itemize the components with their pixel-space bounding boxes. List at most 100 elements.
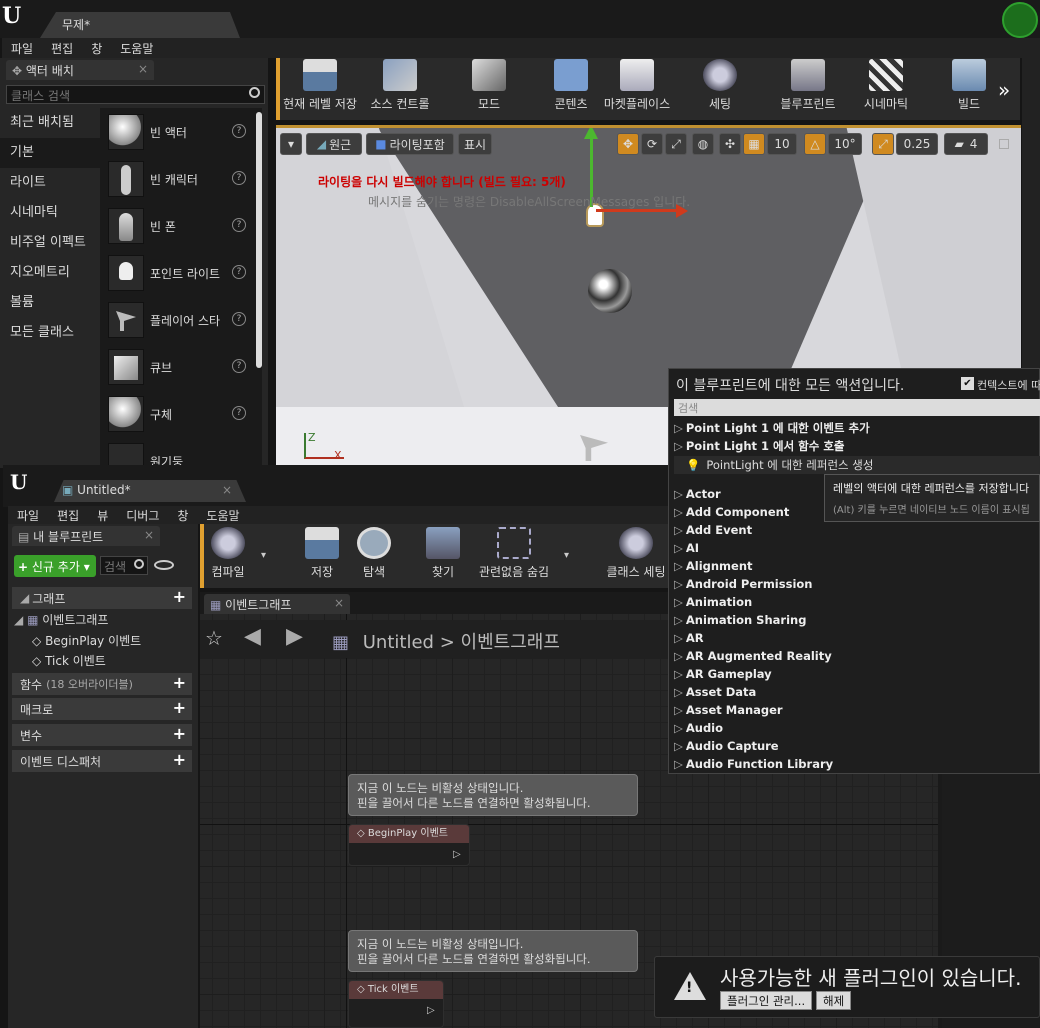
tick-node[interactable]: ◇ Tick 이벤트 ▷ bbox=[348, 980, 444, 1028]
action-search-input[interactable]: 검색 bbox=[674, 399, 1040, 416]
source-control-button[interactable]: 소스 컨트롤 bbox=[364, 58, 436, 118]
blueprint-button[interactable]: 블루프린트 bbox=[776, 58, 840, 118]
menu-help[interactable]: 도움말 bbox=[197, 507, 248, 524]
rotation-snap-value[interactable]: 10° bbox=[828, 133, 862, 155]
actor-item-point-light[interactable]: 포인트 라이트? bbox=[108, 253, 258, 297]
my-blueprint-tab[interactable]: ▤ 내 블루프린트 × bbox=[12, 526, 160, 546]
compile-options-icon[interactable]: ▾ bbox=[261, 550, 266, 561]
action-item[interactable]: ▷ Add Component bbox=[674, 505, 789, 519]
graph-tab[interactable]: ▦ 이벤트그래프 × bbox=[204, 594, 350, 614]
menu-debug[interactable]: 디버그 bbox=[117, 507, 168, 524]
action-item[interactable]: ▷ Point Light 1 에 대한 이벤트 추가 bbox=[674, 420, 870, 436]
action-item[interactable]: ▷ AR bbox=[674, 631, 704, 645]
actor-item-cube[interactable]: 큐브? bbox=[108, 347, 258, 391]
add-dispatcher-plus-icon[interactable]: + bbox=[173, 752, 186, 768]
tick-event-item[interactable]: ◇ Tick 이벤트 bbox=[32, 652, 106, 669]
action-item[interactable]: ▷ AR Gameplay bbox=[674, 667, 772, 681]
action-item[interactable]: ▷ Android Permission bbox=[674, 577, 812, 591]
actor-item-empty-actor[interactable]: 빈 액터? bbox=[108, 112, 258, 156]
cinematic-button[interactable]: 시네마틱 bbox=[858, 58, 914, 118]
menu-view[interactable]: 뷰 bbox=[88, 507, 117, 524]
marketplace-button[interactable]: 마켓플레이스 bbox=[600, 58, 674, 118]
menu-help[interactable]: 도움말 bbox=[111, 40, 162, 57]
close-icon[interactable]: × bbox=[334, 596, 344, 610]
help-icon[interactable]: ? bbox=[232, 312, 246, 326]
action-item[interactable]: ▷ Animation bbox=[674, 595, 752, 609]
back-arrow-icon[interactable]: ◀ bbox=[244, 624, 261, 649]
menu-window[interactable]: 창 bbox=[82, 40, 111, 57]
help-icon[interactable]: ? bbox=[232, 406, 246, 420]
world-local-button[interactable]: ◍ bbox=[692, 133, 714, 155]
source-control-status-icon[interactable] bbox=[1002, 2, 1038, 38]
visibility-eye-icon[interactable] bbox=[154, 560, 174, 570]
main-document-tab[interactable]: 무제* bbox=[40, 12, 240, 38]
camera-speed-button[interactable]: ▰ 4 bbox=[944, 133, 988, 155]
help-icon[interactable]: ? bbox=[232, 124, 246, 138]
help-icon[interactable]: ? bbox=[232, 171, 246, 185]
manage-plugins-button[interactable]: 플러그인 관리... bbox=[720, 991, 813, 1010]
category-recent[interactable]: 최근 배치됨 bbox=[0, 108, 100, 138]
place-actors-tab[interactable]: ✥ 액터 배치 × bbox=[6, 60, 154, 80]
inactive-node-comment-tick[interactable]: 지금 이 노드는 비활성 상태입니다. 핀을 끌어서 다른 노드를 연결하면 활… bbox=[348, 930, 638, 972]
close-icon[interactable]: × bbox=[222, 483, 232, 497]
browse-button[interactable]: 탐색 bbox=[354, 526, 394, 586]
build-button[interactable]: 빌드 bbox=[944, 58, 994, 118]
category-volumes[interactable]: 볼륨 bbox=[0, 288, 100, 318]
action-item[interactable]: ▷ Asset Manager bbox=[674, 703, 783, 717]
breadcrumb-leaf[interactable]: 이벤트그래프 bbox=[461, 632, 560, 653]
menu-window[interactable]: 창 bbox=[168, 507, 197, 524]
category-lights[interactable]: 라이트 bbox=[0, 168, 100, 198]
maximize-viewport-icon[interactable] bbox=[999, 139, 1009, 149]
compile-button[interactable]: 컴파일 bbox=[206, 526, 250, 586]
action-item[interactable]: ▷ Audio Function Library bbox=[674, 757, 833, 771]
menu-file[interactable]: 파일 bbox=[8, 507, 48, 524]
actor-item-player-start[interactable]: 플레이어 스타? bbox=[108, 300, 258, 344]
actor-item-sphere[interactable]: 구체? bbox=[108, 394, 258, 438]
toolbar-overflow-icon[interactable]: » bbox=[998, 78, 1010, 102]
content-button[interactable]: 콘텐츠 bbox=[546, 58, 596, 118]
section-variables[interactable]: 변수 + bbox=[12, 724, 192, 746]
beginplay-node[interactable]: ◇ BeginPlay 이벤트 ▷ bbox=[348, 824, 470, 866]
category-geometry[interactable]: 지오메트리 bbox=[0, 258, 100, 288]
action-item[interactable]: ▷ Actor bbox=[674, 487, 721, 501]
action-item[interactable]: ▷ AI bbox=[674, 541, 699, 555]
menu-edit[interactable]: 편집 bbox=[42, 40, 82, 57]
menu-file[interactable]: 파일 bbox=[2, 40, 42, 57]
view-mode-button[interactable]: ■ 라이팅포함 bbox=[366, 133, 454, 155]
dismiss-button[interactable]: 해제 bbox=[816, 991, 852, 1010]
section-functions[interactable]: 함수 (18 오버라이더블) + bbox=[12, 673, 192, 695]
save-level-button[interactable]: 현재 레벨 저장 bbox=[282, 58, 358, 118]
menu-edit[interactable]: 편집 bbox=[48, 507, 88, 524]
bp-document-tab[interactable]: ▣ Untitled* × bbox=[54, 480, 246, 502]
section-macros[interactable]: 매크로 + bbox=[12, 698, 192, 720]
hide-unrelated-options-icon[interactable]: ▾ bbox=[564, 550, 569, 561]
category-cinematic[interactable]: 시네마틱 bbox=[0, 198, 100, 228]
section-graphs[interactable]: ◢ 그래프 + bbox=[12, 587, 192, 609]
perspective-button[interactable]: ◢ 원근 bbox=[306, 133, 362, 155]
find-button[interactable]: 찾기 bbox=[422, 526, 464, 586]
scale-snap-value[interactable]: 0.25 bbox=[896, 133, 938, 155]
action-item-highlighted[interactable]: 💡 PointLight 에 대한 레퍼런스 생성 bbox=[674, 456, 1040, 474]
exec-pin-icon[interactable]: ▷ bbox=[427, 1005, 435, 1016]
grid-snap-toggle[interactable]: ▦ bbox=[743, 133, 765, 155]
action-item[interactable]: ▷ Add Event bbox=[674, 523, 752, 537]
category-visual-effects[interactable]: 비주얼 이펙트 bbox=[0, 228, 100, 258]
forward-arrow-icon[interactable]: ▶ bbox=[286, 624, 303, 649]
add-variable-plus-icon[interactable]: + bbox=[173, 726, 186, 742]
translate-mode-button[interactable]: ✥ bbox=[617, 133, 639, 155]
action-item[interactable]: ▷ Animation Sharing bbox=[674, 613, 806, 627]
category-all-classes[interactable]: 모든 클래스 bbox=[0, 318, 100, 348]
help-icon[interactable]: ? bbox=[232, 359, 246, 373]
inactive-node-comment-beginplay[interactable]: 지금 이 노드는 비활성 상태입니다. 핀을 끌어서 다른 노드를 연결하면 활… bbox=[348, 774, 638, 816]
class-search-input[interactable]: 클래스 검색 bbox=[6, 85, 265, 104]
action-item[interactable]: ▷ Audio Capture bbox=[674, 739, 779, 753]
actor-item-empty-pawn[interactable]: 빈 폰? bbox=[108, 206, 258, 250]
hide-unrelated-button[interactable]: 관련없음 숨김 bbox=[474, 526, 554, 586]
action-item[interactable]: ▷ Point Light 1 에서 함수 호출 bbox=[674, 438, 845, 454]
help-icon[interactable]: ? bbox=[232, 265, 246, 279]
add-new-button[interactable]: + 신규 추가 ▾ bbox=[14, 555, 96, 577]
category-basic[interactable]: 기본 bbox=[0, 138, 100, 168]
close-icon[interactable]: × bbox=[144, 528, 154, 542]
close-icon[interactable]: × bbox=[138, 62, 148, 76]
action-item[interactable]: ▷ Asset Data bbox=[674, 685, 756, 699]
